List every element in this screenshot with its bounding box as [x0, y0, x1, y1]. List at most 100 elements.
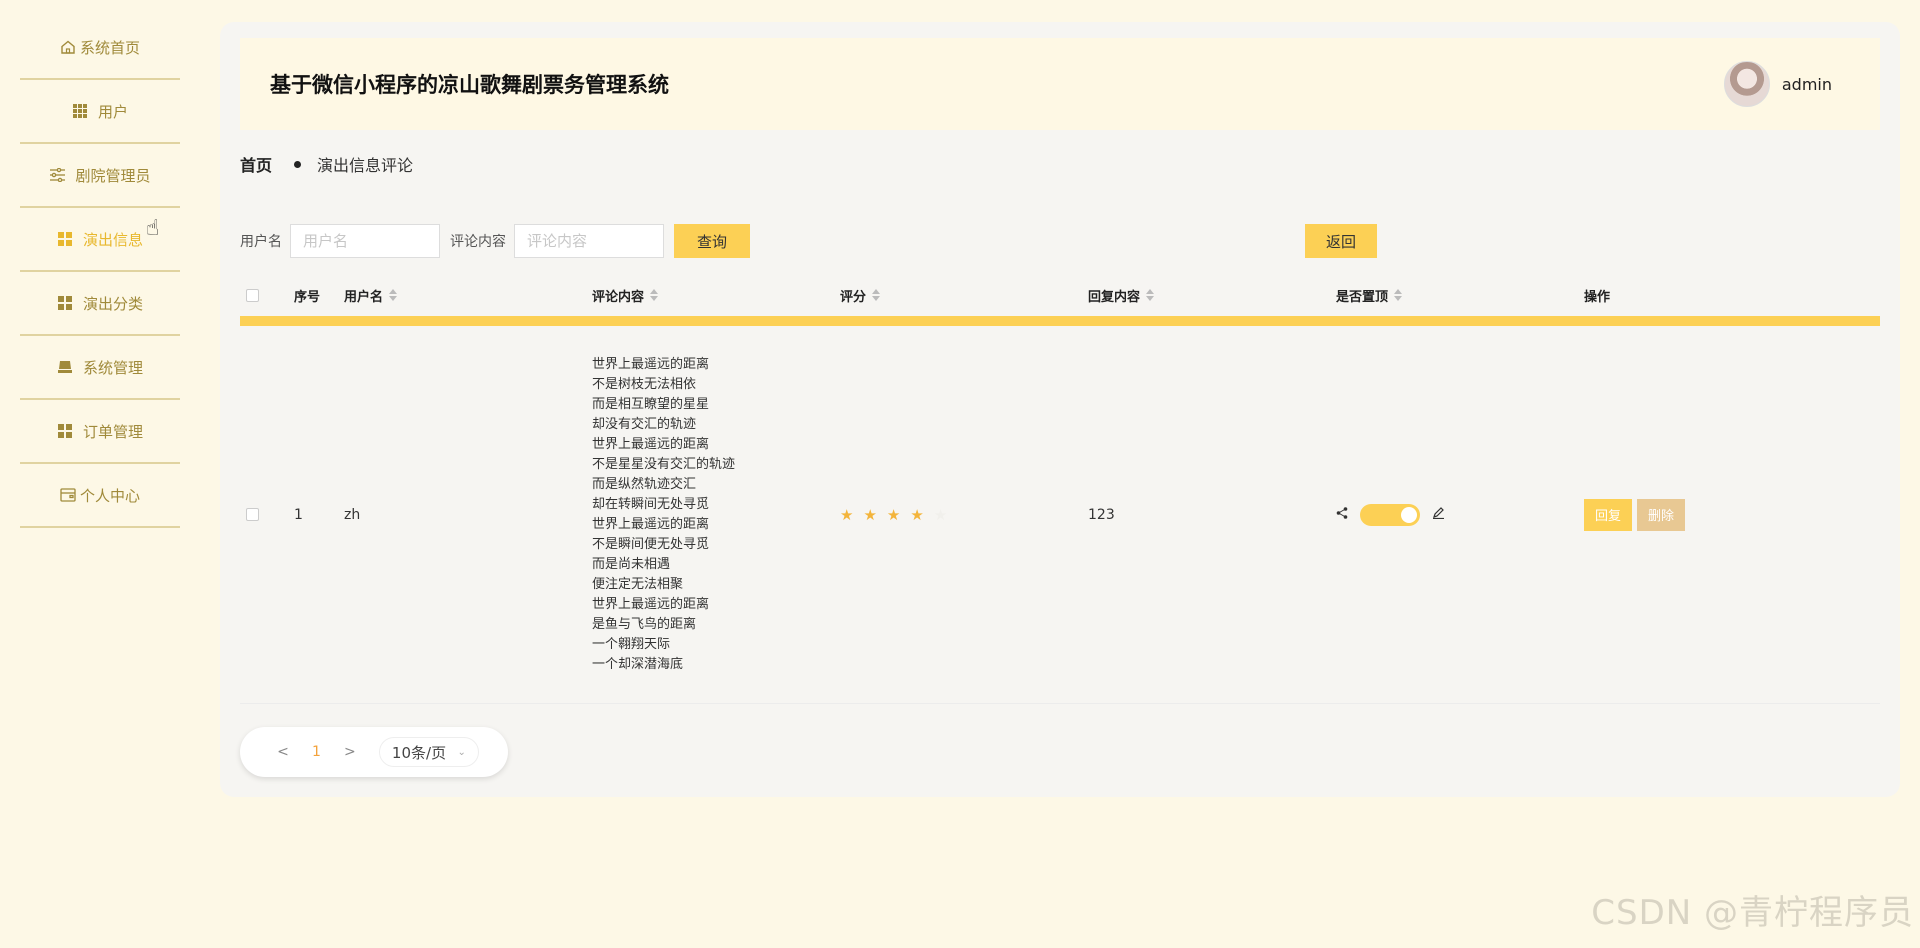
comment-line: 却没有交汇的轨迹	[592, 416, 697, 432]
sidebar-item-label: 剧院管理员	[75, 166, 151, 185]
sidebar-item-order-management[interactable]: 订单管理	[20, 400, 180, 464]
grid-icon	[72, 103, 88, 119]
sidebar-item-home[interactable]: 系统首页	[20, 16, 180, 80]
comment-line: 而是相互瞭望的星星	[592, 396, 710, 412]
avatar[interactable]	[1723, 61, 1770, 107]
star-filled-icon[interactable]: ★	[840, 506, 853, 524]
column-header-label: 评分	[840, 289, 867, 305]
row-no: 1	[294, 506, 303, 523]
column-header-pinned[interactable]: 是否置顶	[1336, 286, 1584, 305]
breadcrumb: 首页 演出信息评论	[240, 152, 413, 176]
column-header-username[interactable]: 用户名	[344, 286, 592, 305]
column-header-label: 回复内容	[1088, 289, 1141, 305]
page-size-value: 10条/页	[391, 743, 447, 762]
grid4-icon	[57, 231, 73, 247]
breadcrumb-current: 演出信息评论	[317, 156, 414, 175]
row-comment: 世界上最遥远的距离 不是树枝无法相依 而是相互瞭望的星星 却没有交汇的轨迹 世界上最遥远…	[592, 355, 840, 675]
share-icon	[1336, 506, 1348, 523]
watermark: CSDN @青柠程序员	[1591, 893, 1914, 933]
comment-line: 而是纵然轨迹交汇	[592, 476, 697, 492]
sidebar-item-label: 演出分类	[82, 294, 143, 313]
delete-button[interactable]: 删除	[1637, 498, 1685, 531]
user-menu[interactable]: admin	[1723, 61, 1832, 107]
comment-line: 是鱼与飞鸟的距离	[592, 616, 697, 632]
sidebar-item-label: 用户	[97, 102, 128, 121]
row-score: ★ ★ ★ ★ ★	[840, 506, 1088, 524]
current-page[interactable]: 1	[312, 744, 321, 760]
sidebar-item-system-management[interactable]: 系统管理	[20, 336, 180, 400]
sort-icon[interactable]	[650, 289, 659, 301]
sidebar-item-theater-admin[interactable]: 剧院管理员	[20, 144, 180, 208]
column-header-label: 用户名	[344, 289, 384, 305]
sort-icon[interactable]	[1146, 289, 1155, 301]
sidebar-item-label: 系统管理	[82, 358, 143, 377]
pinned-toggle[interactable]	[1360, 503, 1420, 526]
comment-line: 世界上最遥远的距离	[592, 356, 710, 372]
sort-icon[interactable]	[872, 289, 881, 301]
search-bar: 用户名 评论内容 查询 返回	[240, 224, 1880, 258]
sidebar: 系统首页 用户 剧院管理员 演出信息 演出分类 系统管理 订单管理 个人中心	[20, 16, 180, 528]
star-filled-icon[interactable]: ★	[910, 506, 923, 524]
hand-cursor-icon: ☝	[146, 216, 160, 241]
sliders-icon	[49, 167, 65, 183]
breadcrumb-separator-icon	[294, 160, 302, 168]
back-button[interactable]: 返回	[1305, 224, 1377, 258]
app-header: 基于微信小程序的凉山歌舞剧票务管理系统 admin	[240, 38, 1880, 130]
column-header-reply[interactable]: 回复内容	[1088, 286, 1336, 305]
comment-line: 世界上最遥远的距离	[592, 516, 710, 532]
comment-line: 不是星星没有交汇的轨迹	[592, 456, 736, 472]
username-filter-input[interactable]	[290, 224, 440, 258]
star-filled-icon[interactable]: ★	[863, 506, 876, 524]
star-rating: ★ ★ ★ ★ ★	[840, 506, 947, 524]
comments-table: 序号 用户名 评论内容 评分 回复内容 是否置顶 操作 1 zh 世界上最遥远的…	[240, 274, 1880, 704]
next-page-button[interactable]: >	[343, 744, 357, 760]
star-empty-icon[interactable]: ★	[934, 506, 947, 524]
table-row: 1 zh 世界上最遥远的距离 不是树枝无法相依 而是相互瞭望的星星 却没有交汇的轨迹世…	[240, 326, 1880, 704]
comment-line: 而是尚未相遇	[592, 556, 671, 572]
row-reply: 123	[1088, 506, 1115, 523]
comment-line: 却在转瞬间无处寻觅	[592, 496, 710, 512]
sidebar-item-label: 个人中心	[79, 486, 140, 505]
grid4-icon	[57, 423, 73, 439]
row-checkbox[interactable]	[246, 508, 259, 521]
chevron-down-icon: ⌄	[457, 746, 466, 758]
sidebar-item-label: 系统首页	[79, 38, 140, 57]
sidebar-item-label: 演出信息	[82, 230, 143, 249]
home-icon	[60, 39, 76, 55]
breadcrumb-home[interactable]: 首页	[240, 152, 272, 176]
username-label: admin	[1781, 74, 1832, 94]
pagination: < 1 > 10条/页 ⌄	[240, 727, 508, 777]
query-button[interactable]: 查询	[674, 224, 750, 258]
grid4-icon	[57, 295, 73, 311]
row-username: zh	[344, 506, 361, 523]
comment-line: 不是瞬间便无处寻觅	[592, 536, 710, 552]
table-header: 序号 用户名 评论内容 评分 回复内容 是否置顶 操作	[240, 274, 1880, 326]
column-header-label: 是否置顶	[1336, 289, 1389, 305]
username-filter-label: 用户名	[240, 234, 282, 250]
comment-line: 一个却深潜海底	[592, 656, 684, 672]
sidebar-item-label: 订单管理	[82, 422, 143, 441]
sort-icon[interactable]	[1394, 289, 1403, 301]
edit-icon[interactable]	[1432, 506, 1445, 523]
wallet-icon	[60, 487, 76, 503]
row-ops: 回复 删除	[1584, 498, 1784, 531]
column-header-score[interactable]: 评分	[840, 286, 1088, 305]
reply-button[interactable]: 回复	[1584, 498, 1632, 531]
page-size-select[interactable]: 10条/页 ⌄	[378, 737, 479, 767]
comment-filter-input[interactable]	[514, 224, 664, 258]
sort-icon[interactable]	[389, 289, 398, 301]
sidebar-item-personal-center[interactable]: 个人中心	[20, 464, 180, 528]
sidebar-item-users[interactable]: 用户	[20, 80, 180, 144]
comment-line: 世界上最遥远的距离	[592, 596, 710, 612]
column-header-ops: 操作	[1584, 289, 1611, 305]
main-panel: 基于微信小程序的凉山歌舞剧票务管理系统 admin 首页 演出信息评论 用户名 …	[220, 22, 1900, 797]
row-pinned	[1336, 503, 1584, 526]
column-header-comment[interactable]: 评论内容	[592, 286, 840, 305]
select-all-checkbox[interactable]	[246, 288, 259, 302]
comment-line: 世界上最遥远的距离	[592, 436, 710, 452]
sidebar-item-performance-category[interactable]: 演出分类	[20, 272, 180, 336]
prev-page-button[interactable]: <	[276, 744, 290, 760]
star-filled-icon[interactable]: ★	[887, 506, 900, 524]
comment-line: 不是树枝无法相依	[592, 376, 697, 392]
comment-filter-label: 评论内容	[450, 234, 506, 250]
